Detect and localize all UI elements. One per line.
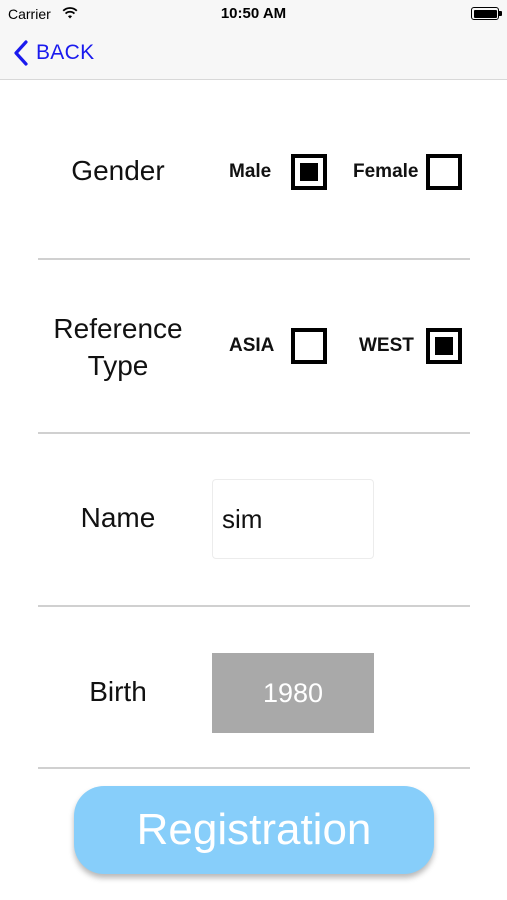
battery-icon [471, 7, 502, 20]
female-option-label: Female [353, 161, 419, 182]
name-input[interactable]: sim [212, 479, 374, 559]
reference-type-label: Reference Type [38, 310, 198, 384]
chevron-left-icon [14, 40, 28, 66]
reference-type-label-line2: Type [87, 350, 149, 381]
navigation-bar: BACK [0, 28, 507, 80]
west-checkbox[interactable] [426, 328, 462, 364]
birth-year-picker[interactable]: 1980 [212, 653, 374, 733]
reference-type-label-line1: Reference [53, 313, 183, 344]
divider [38, 258, 470, 260]
back-button[interactable]: BACK [12, 38, 94, 68]
divider [38, 605, 470, 607]
male-checkbox[interactable] [291, 154, 327, 190]
female-checkbox[interactable] [426, 154, 462, 190]
asia-option-label: ASIA [229, 335, 275, 356]
name-label: Name [80, 502, 156, 533]
status-time: 10:50 AM [220, 5, 287, 22]
birth-label: Birth [89, 676, 147, 707]
divider [38, 767, 470, 769]
status-bar: Carrier 10:50 AM [0, 0, 507, 28]
asia-checkbox[interactable] [291, 328, 327, 364]
divider [38, 432, 470, 434]
back-label: BACK [36, 41, 95, 64]
male-option-label: Male [229, 161, 272, 182]
registration-button[interactable]: Registration [74, 786, 434, 874]
gender-label: Gender [71, 155, 165, 186]
west-option-label: WEST [359, 335, 414, 356]
